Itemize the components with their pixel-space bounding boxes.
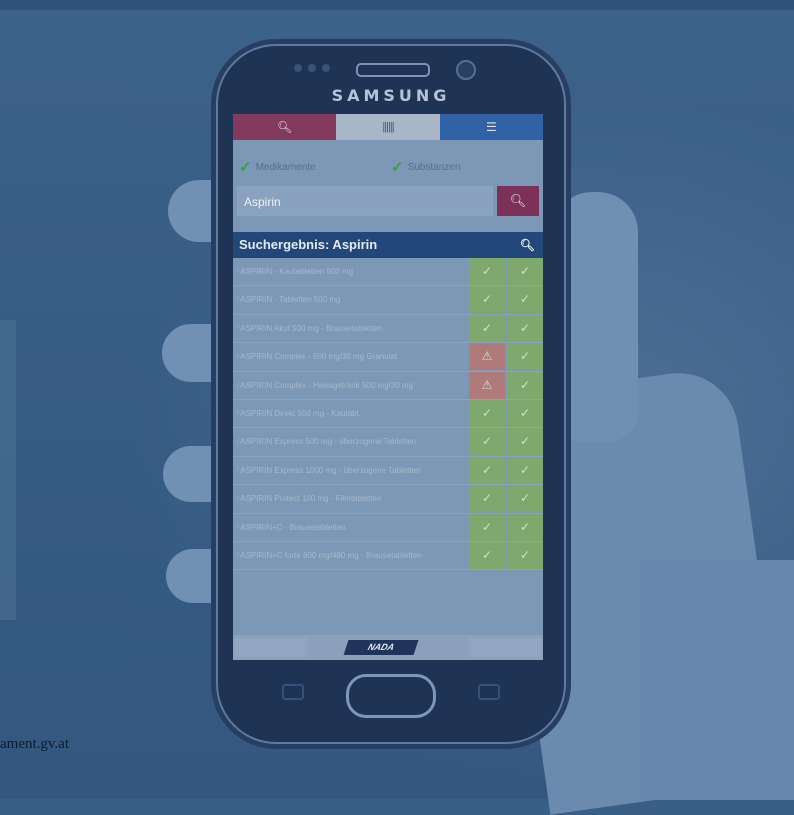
result-text: ASPIRIN+C - Brausetabletten <box>240 522 346 532</box>
sensor-icon <box>308 64 316 72</box>
result-text: ASPIRIN Express 500 mg - überzogene Tabl… <box>240 437 417 447</box>
smartphone: SAMSUNG 🔍︎ |||||| ☰ ✓ Medikamente ✓ Subs… <box>216 44 566 744</box>
recent-apps-key[interactable] <box>282 684 304 700</box>
search-icon[interactable]: 🔍︎ <box>520 232 535 258</box>
result-row[interactable]: ∕ ASPIRIN+C - Brausetabletten ✓ ✓ <box>233 513 543 542</box>
status-ok-icon: ✓ <box>469 428 505 456</box>
footer-left-button[interactable] <box>235 638 307 657</box>
status-ok-icon: ✓ <box>469 513 505 541</box>
sensor-icon <box>322 64 330 72</box>
hand-wrist <box>640 560 794 800</box>
search-row: Aspirin 🔍︎ <box>233 186 543 218</box>
device-brand: SAMSUNG <box>331 86 451 105</box>
result-row[interactable]: ∕ ASPIRIN Protect 100 mg - Filmtabletten… <box>233 485 543 514</box>
filter-substanzen[interactable]: ✓ Substanzen <box>391 158 460 176</box>
status-ok-icon: ✓ <box>507 485 543 513</box>
result-row[interactable]: ∕ ASPIRIN Express 1000 mg - überzogene T… <box>233 456 543 486</box>
status-ok-icon: ✓ <box>469 399 505 427</box>
result-row[interactable]: ∕ ASPIRIN Akut 500 mg - Brausetabletten ✓… <box>233 314 543 344</box>
earpiece-speaker <box>356 63 430 77</box>
status-ok-icon: ✓ <box>469 485 505 513</box>
result-row[interactable]: ∕ ASPIRIN+C forte 800 mg/480 mg - Brause… <box>233 541 543 571</box>
result-text: ASPIRIN Express 1000 mg - überzogene Tab… <box>240 465 421 475</box>
status-ok-icon: ✓ <box>507 314 543 342</box>
back-key[interactable] <box>478 684 500 700</box>
tab-scan[interactable]: |||||| <box>336 114 440 140</box>
status-ok-icon: ✓ <box>469 541 505 569</box>
result-text: ASPIRIN Protect 100 mg - Filmtabletten <box>240 494 382 504</box>
result-label: ∕ ASPIRIN Direkt 500 mg - Kautabl. <box>237 400 465 427</box>
status-ok-icon: ✓ <box>507 456 543 484</box>
result-row[interactable]: ∕ ASPIRIN - Kautabletten 500 mg ✓ ✓ <box>233 258 543 287</box>
result-row[interactable]: ∕ ASPIRIN Direkt 500 mg - Kautabl. ✓ ✓ <box>233 399 543 429</box>
result-label: ∕ ASPIRIN Complex - Heissgetränk 500 mg/… <box>237 372 465 399</box>
filter-options: ✓ Medikamente ✓ Substanzen <box>233 154 543 178</box>
top-strip <box>0 0 794 10</box>
result-text: ASPIRIN - Kautabletten 500 mg <box>240 267 354 276</box>
status-ok-icon: ✓ <box>469 314 505 342</box>
search-icon: 🔍︎ <box>509 193 527 208</box>
result-label: ∕ ASPIRIN Express 500 mg - überzogene Ta… <box>237 428 465 455</box>
status-warning-icon: ⚠ <box>469 371 505 399</box>
search-icon: 🔍︎ <box>277 120 293 134</box>
footer-right-button[interactable] <box>469 638 541 657</box>
result-text: ASPIRIN - Tabletten 500 mg <box>240 295 341 305</box>
filter-medikamente[interactable]: ✓ Medikamente <box>239 158 316 176</box>
front-camera-icon <box>456 60 476 80</box>
source-caption: ament.gv.at <box>0 736 70 752</box>
result-row[interactable]: ∕ ASPIRIN Complex - Heissgetränk 500 mg/… <box>233 371 543 400</box>
home-button[interactable] <box>346 674 436 718</box>
search-input[interactable]: Aspirin <box>237 186 493 216</box>
tab-list[interactable]: ☰ <box>439 114 543 140</box>
result-label: ∕ ASPIRIN - Kautabletten 500 mg <box>237 258 465 285</box>
result-label: ∕ ASPIRIN Protect 100 mg - Filmtabletten <box>237 485 465 512</box>
result-label: ∕ ASPIRIN Akut 500 mg - Brausetabletten <box>237 315 465 342</box>
checkmark-icon: ✓ <box>239 159 252 176</box>
status-ok-icon: ✓ <box>507 428 543 456</box>
result-text: ASPIRIN Complex - 500 mg/30 mg Granulat <box>240 352 398 362</box>
filter-label: Medikamente <box>255 161 316 173</box>
result-label: ∕ ASPIRIN Express 1000 mg - überzogene T… <box>237 457 465 484</box>
left-panel <box>0 320 16 620</box>
filter-label: Substanzen <box>407 161 461 173</box>
footer-bar: NADA <box>233 635 543 660</box>
status-ok-icon: ✓ <box>507 258 543 285</box>
result-label: ∕ ASPIRIN+C - Brausetabletten <box>237 514 465 541</box>
result-label: ∕ ASPIRIN - Tabletten 500 mg <box>237 286 465 313</box>
status-ok-icon: ✓ <box>507 399 543 427</box>
status-ok-icon: ✓ <box>507 286 543 314</box>
nada-logo: NADA <box>343 640 419 655</box>
app-screen: 🔍︎ |||||| ☰ ✓ Medikamente ✓ Substanzen A… <box>233 114 543 660</box>
tab-bar: 🔍︎ |||||| ☰ <box>233 114 543 140</box>
status-ok-icon: ✓ <box>469 258 505 285</box>
status-ok-icon: ✓ <box>507 541 543 569</box>
result-text: ASPIRIN Direkt 500 mg - Kautabl. <box>240 408 361 418</box>
sensor-icon <box>294 64 302 72</box>
barcode-icon: |||||| <box>382 121 394 133</box>
result-text: ASPIRIN Complex - Heissgetränk 500 mg/30… <box>240 380 414 390</box>
results-title: Suchergebnis: Aspirin <box>239 237 378 252</box>
result-label: ∕ ASPIRIN Complex - 500 mg/30 mg Granula… <box>237 343 465 370</box>
result-text: ASPIRIN Akut 500 mg - Brausetabletten <box>240 323 382 333</box>
status-ok-icon: ✓ <box>507 371 543 399</box>
status-ok-icon: ✓ <box>469 456 505 484</box>
result-label: ∕ ASPIRIN+C forte 800 mg/480 mg - Brause… <box>237 542 465 569</box>
results-header: Suchergebnis: Aspirin 🔍︎ <box>233 232 543 258</box>
result-text: ASPIRIN+C forte 800 mg/480 mg - Brauseta… <box>240 550 422 560</box>
tab-search[interactable]: 🔍︎ <box>233 114 337 140</box>
checkmark-icon: ✓ <box>391 159 404 176</box>
results-list: ∕ ASPIRIN - Kautabletten 500 mg ✓ ✓ ∕ ASPIR… <box>233 258 543 571</box>
status-ok-icon: ✓ <box>469 286 505 314</box>
list-icon: ☰ <box>485 120 497 134</box>
status-ok-icon: ✓ <box>507 513 543 541</box>
result-row[interactable]: ∕ ASPIRIN Complex - 500 mg/30 mg Granula… <box>233 343 543 372</box>
result-row[interactable]: ∕ ASPIRIN - Tabletten 500 mg ✓ ✓ <box>233 286 543 315</box>
result-row[interactable]: ∕ ASPIRIN Express 500 mg - überzogene Ta… <box>233 428 543 457</box>
search-button[interactable]: 🔍︎ <box>497 186 539 216</box>
status-ok-icon: ✓ <box>507 343 543 371</box>
status-warning-icon: ⚠ <box>469 343 505 371</box>
